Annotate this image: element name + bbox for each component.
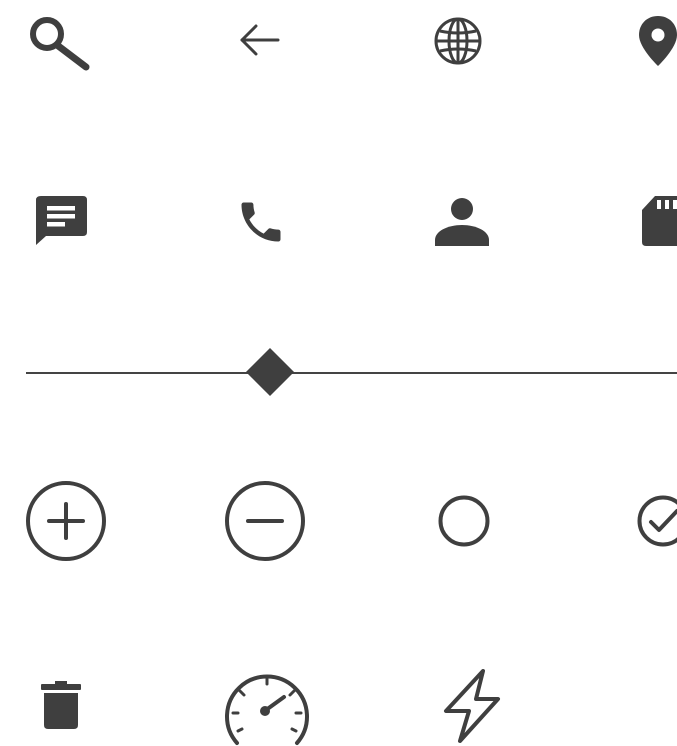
diamond-icon xyxy=(245,347,295,397)
phone-icon xyxy=(235,196,287,248)
search-icon xyxy=(28,14,90,71)
person-icon xyxy=(435,198,489,246)
check-circle-icon xyxy=(637,495,677,547)
flash-icon xyxy=(443,668,501,744)
divider-line xyxy=(26,372,677,374)
add-circle-icon xyxy=(25,480,107,562)
circle-outline-icon xyxy=(438,495,490,547)
message-icon xyxy=(35,196,89,246)
location-pin-icon xyxy=(638,15,677,67)
sd-card-icon xyxy=(641,196,677,246)
arrow-back-icon xyxy=(238,22,280,58)
speedometer-icon xyxy=(224,669,310,746)
globe-icon xyxy=(433,16,483,66)
delete-icon xyxy=(41,681,81,729)
remove-circle-icon xyxy=(224,480,306,562)
